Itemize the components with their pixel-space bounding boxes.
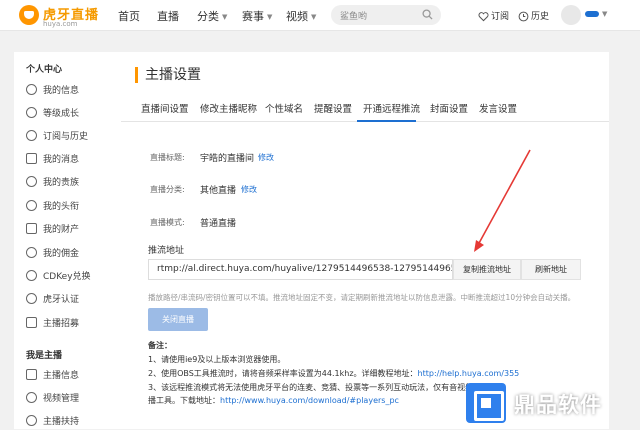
logo-domain: huya.com <box>43 20 78 28</box>
main-panel: 主播设置 直播间设置 修改主播昵称 个性域名 提醒设置 开通远程推流 封面设置 … <box>121 52 609 429</box>
support-icon <box>26 415 37 426</box>
sidebar-item-verification[interactable]: 虎牙认证 <box>26 292 79 308</box>
sidebar-item-commission[interactable]: 我的佣金 <box>26 246 79 262</box>
live-mode-value: 普通直播 <box>200 219 237 229</box>
heart-icon <box>478 12 489 22</box>
search-input[interactable]: 鲨鱼哟 <box>331 5 441 25</box>
sidebar-item-recruit[interactable]: 主播招募 <box>26 316 79 332</box>
search-placeholder: 鲨鱼哟 <box>340 12 368 22</box>
live-mode-label: 直播模式: <box>150 218 185 227</box>
search-icon[interactable] <box>422 9 433 20</box>
chevron-down-icon: ▼ <box>267 13 273 21</box>
clock-icon <box>26 130 37 141</box>
push-url-field[interactable]: rtmp://al.direct.huya.com/huyalive/12795… <box>148 259 453 280</box>
key-icon <box>26 270 37 281</box>
remark-3: 3、该远程推流模式将无法使用虎牙平台的连麦、竞猜、投票等一系列互动玩法，仅有音视… <box>148 383 474 392</box>
live-title-label: 直播标题: <box>150 153 185 162</box>
sidebar-item-subscriptions[interactable]: 订阅与历史 <box>26 129 88 145</box>
tab-chat[interactable]: 发言设置 <box>479 101 517 115</box>
chevron-down-icon[interactable]: ▼ <box>602 10 607 18</box>
chevron-down-icon: ▼ <box>222 13 228 21</box>
user-avatar[interactable] <box>561 5 581 25</box>
tab-cover[interactable]: 封面设置 <box>430 101 468 115</box>
nav-video[interactable]: 视频 ▼ <box>286 8 316 24</box>
remarks-title: 备注： <box>148 341 172 350</box>
watermark: 鼎品软件 <box>460 375 640 429</box>
sidebar-item-my-info[interactable]: 我的信息 <box>26 83 79 99</box>
live-title-value: 宇皓的直播间 <box>200 154 255 164</box>
download-link[interactable]: http://www.huya.com/download/#players_pc <box>220 396 399 405</box>
top-header: 虎牙直播 huya.com 首页 直播 分类 ▼ 赛事 ▼ 视频 ▼ 鲨鱼哟 订阅 历… <box>0 0 640 31</box>
page-title: 主播设置 <box>135 67 201 83</box>
user-level-badge <box>585 11 599 17</box>
modify-title-link[interactable]: 修改 <box>258 152 274 163</box>
sidebar-item-support[interactable]: 主播扶持 <box>26 414 79 430</box>
wallet-icon <box>26 223 37 234</box>
refresh-url-button[interactable]: 刷新地址 <box>521 259 581 280</box>
active-tab-indicator <box>357 120 416 122</box>
tab-reminders[interactable]: 提醒设置 <box>314 101 352 115</box>
sidebar-item-titles[interactable]: 我的头衔 <box>26 199 79 215</box>
sidebar-item-nobility[interactable]: 我的贵族 <box>26 175 79 191</box>
push-tip-text: 播放路径/串流码/密钥位置可以不填。推流地址固定不变，请定期刷新推流地址以防信息… <box>148 293 576 302</box>
tab-custom-domain[interactable]: 个性域名 <box>265 101 303 115</box>
sidebar: 个人中心 我的信息 等级成长 订阅与历史 我的消息 我的贵族 我的头衔 我的财产… <box>14 52 121 429</box>
clock-icon <box>518 11 529 22</box>
live-category-value: 其他直播 <box>200 186 237 196</box>
chevron-down-icon: ▼ <box>311 13 317 21</box>
medal-icon <box>26 107 37 118</box>
tab-change-nickname[interactable]: 修改主播昵称 <box>200 101 257 115</box>
info-icon <box>26 369 37 380</box>
user-icon <box>26 84 37 95</box>
recruit-icon <box>26 317 37 328</box>
tab-remote-push[interactable]: 开通远程推流 <box>363 101 420 115</box>
title-icon <box>26 200 37 211</box>
watermark-text: 鼎品软件 <box>514 393 602 417</box>
nav-live[interactable]: 直播 <box>157 8 179 24</box>
push-url-label: 推流地址 <box>148 246 185 256</box>
sidebar-item-messages[interactable]: 我的消息 <box>26 152 79 168</box>
shield-icon <box>26 293 37 304</box>
history-link[interactable]: 历史 <box>518 9 549 22</box>
sidebar-item-streamer-info[interactable]: 主播信息 <box>26 368 79 384</box>
sidebar-item-level[interactable]: 等级成长 <box>26 106 79 122</box>
crown-icon <box>26 176 37 187</box>
remark-3-continued: 播工具。下载地址：http://www.huya.com/download/#p… <box>148 396 399 405</box>
sidebar-item-video-manage[interactable]: 视频管理 <box>26 391 79 407</box>
video-icon <box>26 392 37 403</box>
settings-tabs: 直播间设置 修改主播昵称 个性域名 提醒设置 开通远程推流 封面设置 发言设置 <box>121 96 609 122</box>
nav-events[interactable]: 赛事 ▼ <box>242 8 272 24</box>
huya-logo[interactable]: 虎牙直播 huya.com <box>19 3 98 29</box>
sidebar-section-streamer: 我是主播 <box>26 351 63 361</box>
nav-category[interactable]: 分类 ▼ <box>197 8 227 24</box>
coin-icon <box>26 247 37 258</box>
huya-logo-icon <box>19 5 39 25</box>
remark-1: 1、请使用ie9及以上版本浏览器使用。 <box>148 355 286 364</box>
sidebar-section-personal: 个人中心 <box>26 65 63 75</box>
modify-category-link[interactable]: 修改 <box>241 184 257 195</box>
sidebar-item-cdkey[interactable]: CDKey兑换 <box>26 269 91 285</box>
watermark-logo-icon <box>466 383 506 423</box>
live-category-label: 直播分类: <box>150 185 185 194</box>
message-icon <box>26 153 37 164</box>
tab-room-settings[interactable]: 直播间设置 <box>141 101 189 115</box>
nav-home[interactable]: 首页 <box>118 8 140 24</box>
close-live-button[interactable]: 关闭直播 <box>148 308 208 331</box>
copy-push-url-button[interactable]: 复制推流地址 <box>453 259 521 280</box>
sidebar-item-assets[interactable]: 我的财产 <box>26 222 79 238</box>
subscribe-link[interactable]: 订阅 <box>478 9 509 22</box>
